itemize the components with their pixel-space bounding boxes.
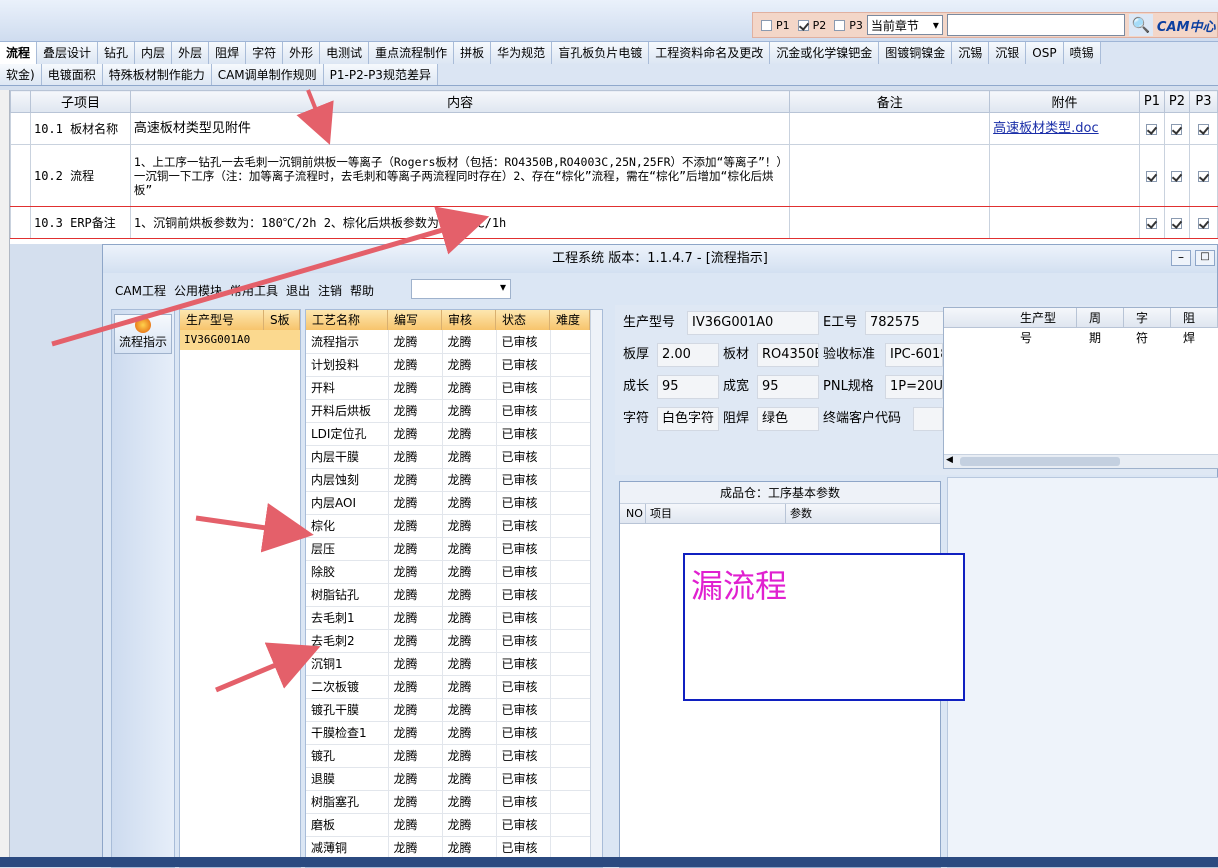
annotation-arrows bbox=[51, 89, 490, 693]
taskbar bbox=[0, 857, 1218, 867]
arrow-browning bbox=[195, 503, 314, 553]
arrow-top bbox=[296, 89, 334, 145]
arrow-copper bbox=[215, 642, 321, 693]
arrow-diagonal bbox=[51, 206, 490, 347]
